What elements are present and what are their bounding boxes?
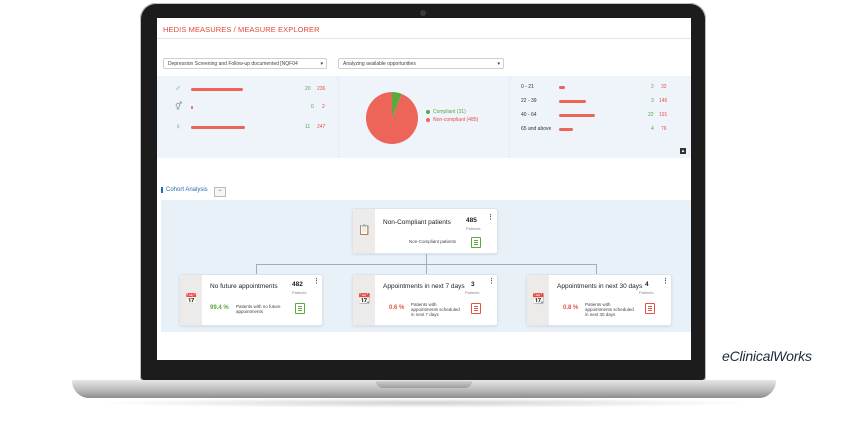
- calendar-icon: 📆: [358, 294, 371, 305]
- card-desc: Non-Compliant patients: [409, 239, 457, 244]
- screen: HEDIS MEASURES / MEASURE EXPLORER Depres…: [157, 18, 691, 360]
- card-percent: 0.8 %: [563, 305, 579, 311]
- more-icon[interactable]: ⋮: [313, 277, 320, 285]
- chevron-down-icon: ▾: [320, 61, 323, 67]
- header-bar: HEDIS MEASURES / MEASURE EXPLORER: [157, 18, 691, 39]
- mode-select[interactable]: Analyzing available opportunities ▾: [338, 58, 504, 69]
- age-label: 65 and above: [521, 126, 552, 132]
- legend-dot-compliant: [426, 110, 430, 114]
- clipboard-icon: 📋: [358, 225, 371, 236]
- card-side: 📅: [180, 275, 202, 325]
- report-icon[interactable]: [295, 303, 305, 314]
- card-desc: Patients with no future appointments: [236, 304, 281, 314]
- age-label: 0 - 21: [521, 84, 534, 90]
- transgender-icon: ⚥: [175, 102, 183, 111]
- card-side: 📆: [353, 275, 375, 325]
- noncompliant-count: 32: [661, 84, 667, 90]
- calendar-icon: 📆: [532, 294, 545, 305]
- card-side: 📋: [353, 209, 375, 253]
- tree-connector: [426, 264, 427, 274]
- collapse-button[interactable]: −: [214, 187, 226, 197]
- age-label: 22 - 39: [521, 98, 537, 104]
- page-title: HEDIS MEASURES / MEASURE EXPLORER: [163, 25, 320, 34]
- compliant-count: 0: [311, 104, 314, 110]
- card-count: 482: [292, 281, 303, 288]
- age-bar: [559, 100, 587, 103]
- card-desc: Patients with appointments scheduled in …: [585, 302, 634, 317]
- card-count: 4: [645, 281, 649, 288]
- card-title: Appointments in next 30 days: [557, 283, 643, 290]
- compliant-count: 3: [651, 98, 654, 104]
- report-icon[interactable]: [471, 237, 481, 248]
- card-title: Non-Compliant patients: [383, 219, 451, 226]
- card-percent: 0.6 %: [389, 305, 405, 311]
- compliant-count: 2: [651, 84, 654, 90]
- cohort-card-next-7-days[interactable]: 📆 Appointments in next 7 days 3 Patients…: [352, 274, 498, 326]
- mode-select-value: Analyzing available opportunities: [343, 61, 416, 67]
- gender-bar: [191, 106, 193, 109]
- report-icon[interactable]: [471, 303, 481, 314]
- chevron-down-icon: ▾: [497, 61, 500, 67]
- legend-dot-noncompliant: [426, 118, 430, 122]
- noncompliant-count: 236: [317, 86, 326, 92]
- more-icon[interactable]: ⋮: [487, 213, 494, 221]
- card-title: Appointments in next 7 days: [383, 283, 465, 290]
- calendar-icon: 📅: [185, 294, 198, 305]
- cohort-card-no-future[interactable]: 📅 No future appointments 482 Patients ⋮ …: [179, 274, 323, 326]
- card-unit: Patients: [292, 290, 307, 295]
- age-bar: [559, 86, 566, 89]
- card-side: 📆: [527, 275, 549, 325]
- noncompliant-count: 76: [661, 126, 667, 132]
- more-icon[interactable]: ⋮: [488, 277, 495, 285]
- noncompliant-count: 2: [322, 104, 325, 110]
- compliant-count: 22: [648, 112, 654, 118]
- female-icon: ♀: [175, 122, 181, 131]
- cohort-root-card[interactable]: 📋 Non-Compliant patients 485 Patients ⋮ …: [352, 208, 498, 254]
- age-panel: 0 - 21 2 32 22 - 39 3 146 40 - 64 22 191…: [511, 76, 691, 158]
- age-label: 40 - 64: [521, 112, 537, 118]
- stats-area: ♂ 20 236 ⚥ 0 2 ♀ 11 247 Compliant (31) N…: [157, 76, 691, 158]
- laptop-shadow: [90, 398, 758, 408]
- cohort-heading: Cohort Analysis: [161, 187, 208, 193]
- cohort-tree: 📋 Non-Compliant patients 485 Patients ⋮ …: [161, 200, 691, 332]
- tree-connector: [256, 264, 257, 274]
- camera-icon: [420, 10, 426, 16]
- male-icon: ♂: [175, 84, 181, 93]
- card-unit: Patients: [639, 290, 654, 295]
- card-desc: Patients with appointments scheduled in …: [411, 302, 460, 317]
- gender-bar: [191, 88, 243, 91]
- compliance-pie-chart: [366, 92, 418, 144]
- compliant-count: 20: [305, 86, 311, 92]
- gender-bar: [191, 126, 245, 129]
- legend-noncompliant: Non-compliant (485): [433, 117, 479, 123]
- brand-logo: eClinicalWorks: [722, 348, 812, 364]
- noncompliant-count: 191: [659, 112, 668, 118]
- measure-select-value: Depression Screening and Follow-up docum…: [168, 61, 298, 67]
- compliant-count: 4: [651, 126, 654, 132]
- noncompliant-count: 146: [659, 98, 668, 104]
- cohort-card-next-30-days[interactable]: 📆 Appointments in next 30 days 4 Patient…: [526, 274, 672, 326]
- measure-select[interactable]: Depression Screening and Follow-up docum…: [163, 58, 327, 69]
- card-title: No future appointments: [210, 283, 278, 290]
- card-unit: Patients: [465, 290, 480, 295]
- card-count: 3: [471, 281, 475, 288]
- card-count: 485: [466, 217, 477, 224]
- age-bar: [559, 114, 595, 117]
- tree-connector: [596, 264, 597, 274]
- card-unit: Patients: [466, 226, 481, 231]
- age-bar: [559, 128, 574, 131]
- more-icon[interactable]: ⋮: [662, 277, 669, 285]
- laptop-notch: [376, 381, 472, 388]
- compliance-pie-panel: Compliant (31) Non-compliant (485): [340, 76, 508, 158]
- noncompliant-count: 247: [317, 124, 326, 130]
- gender-panel: ♂ 20 236 ⚥ 0 2 ♀ 11 247: [157, 76, 337, 158]
- compliant-count: 11: [305, 124, 311, 130]
- expand-icon[interactable]: ▴: [680, 148, 686, 154]
- legend-compliant: Compliant (31): [433, 109, 466, 115]
- report-icon[interactable]: [645, 303, 655, 314]
- card-percent: 99.4 %: [210, 305, 229, 311]
